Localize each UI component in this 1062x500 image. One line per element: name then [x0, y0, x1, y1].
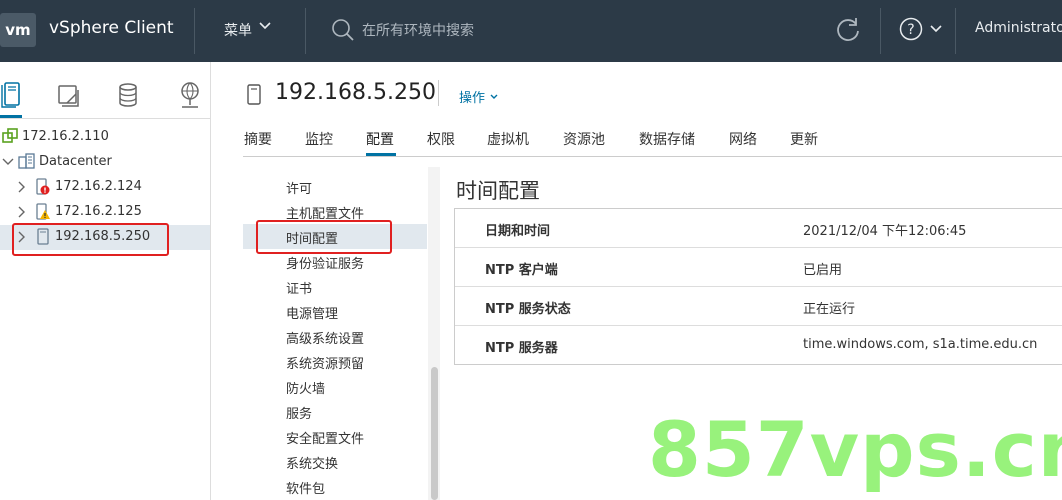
- user-menu[interactable]: Administrator: [975, 20, 1062, 36]
- header-divider: [438, 80, 439, 106]
- config-menu: 许可 主机配置文件 时间配置 身份验证服务 证书 电源管理 高级系统设置 系统资…: [243, 167, 427, 500]
- tree-item-host[interactable]: 172.16.2.125: [0, 200, 210, 225]
- nav-divider: [0, 118, 210, 119]
- config-menu-item[interactable]: 电源管理: [243, 299, 427, 324]
- tab-networks[interactable]: 网络: [729, 129, 757, 149]
- tab-datastores[interactable]: 数据存储: [639, 129, 695, 149]
- top-header: vm vSphere Client 菜单 在所有环境中搜索 ? Administ…: [0, 0, 1062, 62]
- config-menu-label: 许可: [286, 182, 313, 197]
- config-menu-label: 防火墙: [286, 382, 326, 397]
- config-menu-label: 身份验证服务: [286, 257, 365, 272]
- config-menu-label: 安全配置文件: [286, 432, 365, 447]
- header-divider: [955, 8, 956, 54]
- chevron-down-icon: [490, 94, 498, 99]
- config-menu-label: 软件包: [286, 482, 326, 497]
- row-key: NTP 服务器: [485, 341, 558, 356]
- section-title: 时间配置: [456, 179, 540, 203]
- tab-monitor[interactable]: 监控: [305, 129, 333, 149]
- help-icon[interactable]: ?: [899, 17, 923, 41]
- table-row: NTP 服务状态 正在运行: [455, 287, 1062, 326]
- tree-item-datacenter[interactable]: Datacenter: [0, 150, 210, 175]
- config-menu-item[interactable]: 服务: [243, 399, 427, 424]
- app-title[interactable]: vSphere Client: [49, 18, 174, 38]
- vms-templates-icon[interactable]: [50, 77, 86, 113]
- host-error-icon: [36, 178, 50, 195]
- tree-item-label: Datacenter: [39, 154, 112, 169]
- header-divider: [880, 8, 881, 54]
- navigator-panel: 172.16.2.110 Datacenter 172.16.2.124 172…: [0, 62, 211, 500]
- header-divider: [194, 8, 195, 54]
- tab-resource-pools[interactable]: 资源池: [563, 129, 605, 149]
- tab-summary[interactable]: 摘要: [244, 129, 272, 149]
- highlight-box: [12, 223, 169, 256]
- row-value: time.windows.com, s1a.time.edu.cn: [803, 337, 1038, 352]
- storage-icon[interactable]: [110, 77, 146, 113]
- refresh-icon[interactable]: [835, 16, 861, 44]
- vmware-logo[interactable]: vm: [0, 13, 36, 47]
- hosts-clusters-icon[interactable]: [0, 77, 30, 113]
- networking-icon[interactable]: [172, 77, 208, 113]
- vcenter-icon: [2, 128, 18, 143]
- tree-item-vcenter[interactable]: 172.16.2.110: [0, 125, 210, 150]
- config-menu-label: 高级系统设置: [286, 332, 365, 347]
- config-menu-item[interactable]: 许可: [243, 174, 427, 199]
- row-key: NTP 客户端: [485, 263, 558, 278]
- table-row: NTP 服务器 time.windows.com, s1a.time.edu.c…: [455, 326, 1062, 364]
- chevron-down-icon[interactable]: [929, 22, 943, 36]
- table-row: 日期和时间 2021/12/04 下午12:06:45: [455, 209, 1062, 248]
- tab-updates[interactable]: 更新: [790, 129, 818, 149]
- host-icon: [247, 84, 261, 105]
- chevron-down-icon[interactable]: [2, 156, 14, 168]
- search-input[interactable]: 在所有环境中搜索: [362, 20, 474, 40]
- table-row: NTP 客户端 已启用: [455, 248, 1062, 287]
- tree-item-label: 172.16.2.110: [22, 129, 109, 144]
- row-key: 日期和时间: [485, 224, 551, 239]
- tree-item-host[interactable]: 172.16.2.124: [0, 175, 210, 200]
- object-title: 192.168.5.250: [275, 80, 436, 105]
- config-menu-item[interactable]: 高级系统设置: [243, 324, 427, 349]
- watermark: 857vps.cn: [648, 405, 1062, 494]
- config-menu-label: 系统资源预留: [286, 357, 365, 372]
- config-menu-item[interactable]: 系统资源预留: [243, 349, 427, 374]
- config-menu-item[interactable]: 系统交换: [243, 449, 427, 474]
- chevron-right-icon[interactable]: [16, 206, 28, 218]
- svg-text:?: ?: [907, 22, 914, 38]
- row-value: 正在运行: [803, 302, 856, 317]
- scrollbar-thumb[interactable]: [431, 367, 438, 500]
- tab-configure[interactable]: 配置: [366, 129, 394, 149]
- row-value: 2021/12/04 下午12:06:45: [803, 224, 967, 239]
- tabs-divider: [243, 156, 1062, 157]
- config-menu-label: 电源管理: [286, 307, 339, 322]
- tree-item-label: 172.16.2.124: [55, 179, 142, 194]
- actions-menu-button[interactable]: 操作: [459, 87, 499, 106]
- menu-button[interactable]: 菜单: [224, 20, 252, 40]
- host-warning-icon: [36, 203, 50, 220]
- config-menu-label: 系统交换: [286, 457, 339, 472]
- search-icon[interactable]: [330, 17, 356, 43]
- header-divider: [305, 8, 306, 54]
- tab-vms[interactable]: 虚拟机: [487, 129, 529, 149]
- config-menu-label: 证书: [286, 282, 313, 297]
- actions-label: 操作: [459, 91, 486, 106]
- config-menu-item[interactable]: 证书: [243, 274, 427, 299]
- tree-item-label: 172.16.2.125: [55, 204, 142, 219]
- chevron-down-icon[interactable]: [258, 19, 272, 33]
- config-menu-item[interactable]: 安全配置文件: [243, 424, 427, 449]
- tab-permissions[interactable]: 权限: [427, 129, 455, 149]
- chevron-right-icon[interactable]: [16, 181, 28, 193]
- highlight-box: [256, 220, 392, 254]
- datacenter-icon: [18, 153, 35, 169]
- config-menu-item[interactable]: 防火墙: [243, 374, 427, 399]
- row-key: NTP 服务状态: [485, 302, 571, 317]
- time-config-table: 日期和时间 2021/12/04 下午12:06:45 NTP 客户端 已启用 …: [454, 208, 1062, 365]
- config-menu-item[interactable]: 软件包: [243, 474, 427, 499]
- row-value: 已启用: [803, 263, 843, 278]
- config-menu-label: 服务: [286, 407, 313, 422]
